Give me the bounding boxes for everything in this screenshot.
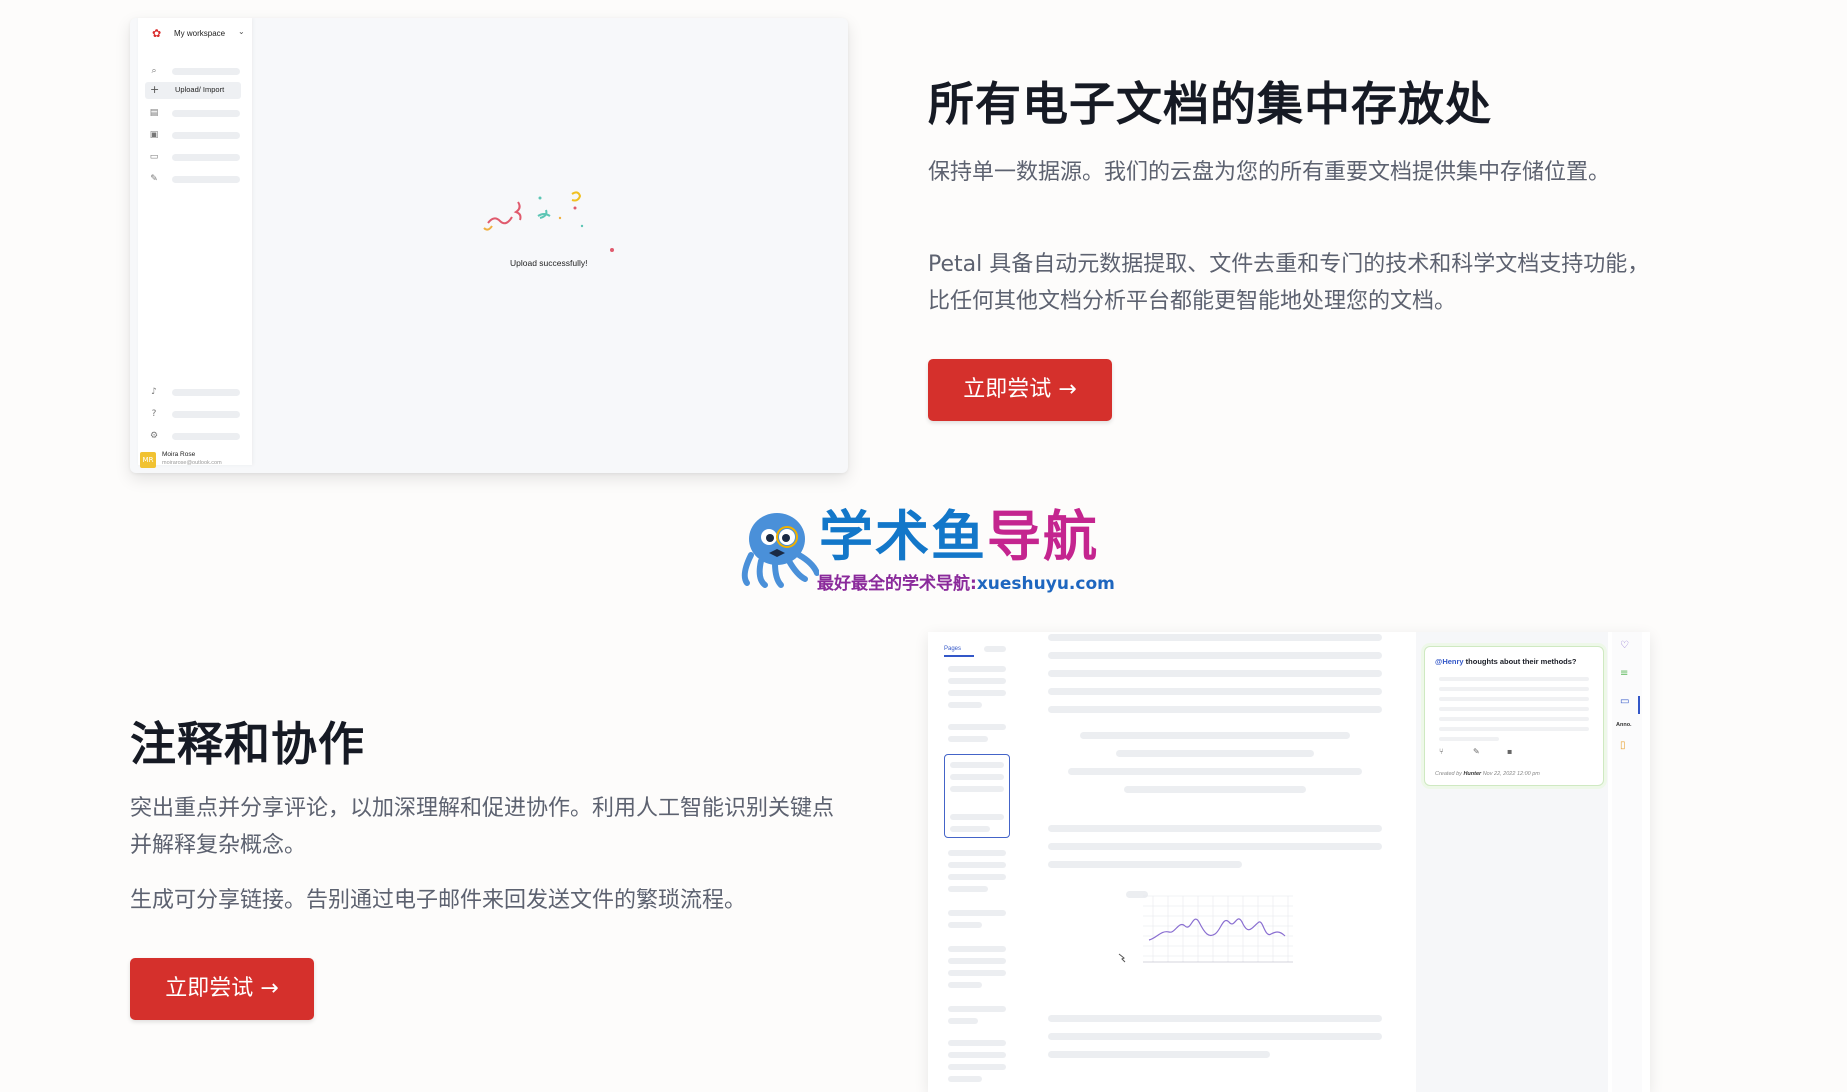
section1-title: 所有电子文档的集中存放处 (928, 77, 1492, 131)
comment-title-text: thoughts about their methods? (1465, 657, 1577, 666)
created-by-user: Hunter (1463, 771, 1482, 777)
library-icon: ▣ (149, 130, 159, 140)
watermark-title: 学术鱼导航 (819, 507, 1099, 567)
help-icon: ? (151, 409, 157, 419)
pages-tab: Pages (944, 646, 962, 652)
confetti-icon (483, 191, 614, 252)
plus-icon: + (150, 83, 160, 96)
try-now-button-1[interactable]: 立即尝试 → (928, 359, 1112, 421)
annotation-rail-label: Anno. (1616, 722, 1632, 728)
section2-para2: 生成可分享链接。告别通过电子邮件来回发送文件的繁琐流程。 (130, 888, 747, 913)
sidebar-item: ? (148, 406, 244, 422)
sidebar-item: ▣ (148, 127, 244, 143)
sidebar-item: ▭ (148, 149, 244, 165)
comment-title: @Henry thoughts about their methods? (1435, 657, 1577, 666)
created-time: Nov 22, 2022 12:00 pm (1482, 771, 1540, 777)
document-icon: ▯ (1620, 740, 1626, 751)
share-icon: ⑂ (1439, 747, 1444, 756)
pencil-icon: ✎ (150, 174, 158, 184)
comment-mention: @Henry (1435, 657, 1464, 666)
created-by-prefix: Created by (1435, 771, 1462, 777)
comment-icon: ▭ (1620, 696, 1630, 707)
sidebar-item: ♪ (148, 384, 244, 400)
section1-para2: Petal 具备自动元数据提取、文件去重和专门的技术和科学文档支持功能，比任何其… (928, 252, 1650, 314)
section2-para1: 突出重点并分享评论，以加深理解和促进协作。利用人工智能识别关键点并解释复杂概念。 (130, 796, 835, 858)
try-now-button-2[interactable]: 立即尝试 → (130, 958, 314, 1020)
page-thumbnails: Pages (928, 632, 1018, 1092)
workspace-screenshot: ✿ My workspace ⌄ ⌕ + Upload/ Import ▤ ▣ … (130, 18, 848, 473)
lightbulb-icon: ♡ (1620, 640, 1629, 651)
document-line-chart (1118, 895, 1293, 963)
avatar: MR (140, 452, 156, 468)
xueshuyu-watermark: 学术鱼导航 最好最全的学术导航:xueshuyu.com (735, 503, 1135, 598)
sidebar-item: ⚙ (148, 428, 244, 444)
edit-icon: ✎ (1473, 747, 1480, 756)
documents-icon: ▤ (149, 108, 159, 118)
sidebar-search: ⌕ (148, 63, 244, 79)
workspace-sidebar: ✿ My workspace ⌄ ⌕ + Upload/ Import ▤ ▣ … (138, 18, 252, 465)
list-icon: ≡ (1620, 668, 1629, 679)
watermark-title-part2: 导航 (987, 505, 1099, 568)
section2-title: 注释和协作 (130, 717, 365, 771)
comment-meta: Created by Hunter Nov 22, 2022 12:00 pm (1435, 771, 1540, 777)
bell-icon: ♪ (151, 387, 157, 397)
upload-import-button: + Upload/ Import (145, 82, 241, 99)
upload-success-message: Upload successfully! (510, 258, 588, 268)
watermark-domain: xueshuyu.com (976, 574, 1115, 594)
chevron-down-icon: ⌄ (238, 27, 245, 36)
delete-icon: ▪ (1507, 747, 1513, 756)
settings-gear-icon: ⚙ (149, 431, 159, 441)
workspace-name: My workspace (174, 29, 226, 38)
sidebar-item: ✎ (148, 171, 244, 187)
annotation-screenshot: Pages @Henry thoughts about their method… (928, 632, 1650, 1092)
comment-card: @Henry thoughts about their methods? ⑂ ✎… (1424, 646, 1604, 786)
user-email: moirarose@outlook.com (162, 460, 222, 466)
petal-logo-icon: ✿ (152, 27, 162, 40)
watermark-subtitle: 最好最全的学术导航:xueshuyu.com (817, 569, 1115, 594)
octopus-logo-icon (741, 513, 819, 588)
chat-icon: ▭ (149, 152, 159, 162)
user-name: Moira Rose (162, 451, 196, 458)
section1-para1: 保持单一数据源。我们的云盘为您的所有重要文档提供集中存储位置。 (928, 160, 1611, 185)
watermark-title-part1: 学术鱼 (819, 505, 987, 568)
tool-rail: ♡ ≡ ▭ Anno. ▯ (1612, 632, 1642, 1092)
upload-import-label: Upload/ Import (175, 85, 225, 94)
watermark-subtitle-text: 最好最全的学术导航: (817, 574, 977, 594)
search-icon: ⌕ (151, 66, 157, 76)
sidebar-item: ▤ (148, 105, 244, 121)
